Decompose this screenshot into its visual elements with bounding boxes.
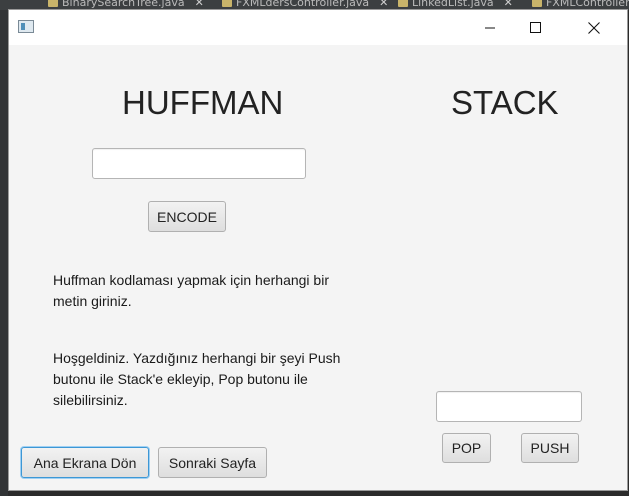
java-file-icon: [398, 0, 408, 7]
huffman-title: HUFFMAN: [122, 84, 284, 121]
title-bar[interactable]: [9, 10, 627, 45]
push-button[interactable]: PUSH: [521, 433, 579, 463]
ide-tab[interactable]: FXMLController: [532, 0, 629, 9]
java-file-icon: [222, 0, 232, 7]
maximize-icon: [530, 21, 541, 33]
close-icon: [588, 21, 600, 34]
pop-button[interactable]: POP: [442, 433, 491, 463]
minimize-button[interactable]: [467, 10, 513, 45]
huffman-input[interactable]: [92, 148, 306, 179]
ide-tab-label: FXMLController: [546, 0, 629, 9]
back-to-home-button[interactable]: Ana Ekrana Dön: [21, 447, 149, 478]
stack-description-text: Hoşgeldiniz. Yazdığınız herhangi bir şey…: [53, 350, 341, 408]
ide-tab[interactable]: BinarySearchTree.java ✕: [48, 0, 204, 9]
java-file-icon: [532, 0, 542, 7]
java-file-icon: [48, 0, 58, 7]
close-button[interactable]: [571, 10, 617, 45]
encode-button[interactable]: ENCODE: [148, 201, 226, 232]
ide-tab[interactable]: FXMLdersController.java ✕: [222, 0, 388, 9]
close-icon[interactable]: ✕: [379, 0, 388, 9]
java-app-icon: [18, 20, 34, 33]
huffman-info-text: Huffman kodlaması yapmak için herhangi b…: [53, 272, 329, 309]
stack-title: STACK: [451, 84, 559, 121]
ide-tab-label: BinarySearchTree.java: [62, 0, 185, 9]
ide-tab-label: FXMLdersController.java: [236, 0, 370, 9]
stack-input[interactable]: [436, 391, 582, 422]
close-icon[interactable]: ✕: [504, 0, 513, 9]
ide-tab-label: LinkedList.java: [412, 0, 494, 9]
minimize-icon: [484, 27, 495, 29]
window-content: HUFFMAN STACK ENCODE Huffman kodlaması y…: [9, 45, 627, 491]
ide-tab[interactable]: LinkedList.java ✕: [398, 0, 513, 9]
app-window: HUFFMAN STACK ENCODE Huffman kodlaması y…: [8, 9, 628, 491]
ide-gutter: [0, 10, 8, 496]
maximize-button[interactable]: [513, 10, 559, 45]
close-icon[interactable]: ✕: [195, 0, 204, 9]
next-page-button[interactable]: Sonraki Sayfa: [158, 447, 267, 478]
